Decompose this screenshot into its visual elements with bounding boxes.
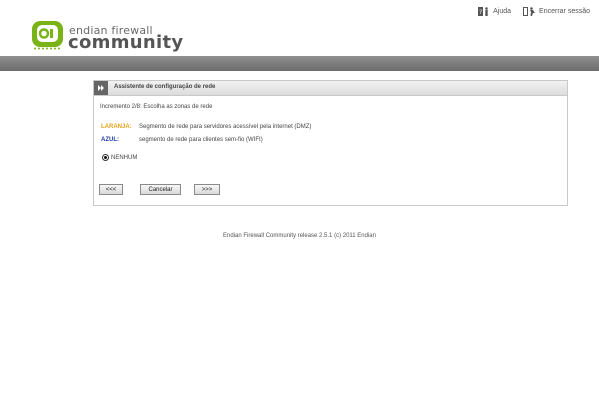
collapse-toggle[interactable] <box>94 81 108 95</box>
next-button[interactable]: >>> <box>194 184 220 195</box>
navigation-bar <box>0 56 599 71</box>
logout-link[interactable]: Encerrar sessão <box>523 7 590 16</box>
radio-option-none[interactable]: NENHUM <box>102 154 137 161</box>
network-wizard-panel: Assistente de configuração de rede Incre… <box>93 80 568 206</box>
zone-blue-description: segmento de rede para clientes sem-fio (… <box>139 137 263 143</box>
help-label: Ajuda <box>493 8 512 15</box>
radio-label-none: NENHUM <box>111 154 138 161</box>
endian-logo[interactable]: endian firewall community <box>31 20 183 54</box>
zone-blue-label: AZUL: <box>101 137 119 143</box>
logout-icon <box>523 7 536 16</box>
endian-logo-icon <box>32 21 63 50</box>
svg-text:?: ? <box>479 9 482 16</box>
panel-header: Assistente de configuração de rede <box>94 81 567 96</box>
cancel-button[interactable]: Cancelar <box>140 184 181 195</box>
footer-copyright: Endian Firewall Community release 2.5.1 … <box>223 233 376 239</box>
zone-orange-description: Segmento de rede para servidores acessív… <box>139 124 312 130</box>
double-chevron-right-icon <box>98 85 104 91</box>
logout-label: Encerrar sessão <box>539 8 590 15</box>
zone-blue-row: AZUL: segmento de rede para clientes sem… <box>101 137 263 143</box>
top-links: ? Ajuda Encerrar sessão <box>478 7 590 16</box>
help-icon: ? <box>478 7 488 16</box>
radio-button-none[interactable] <box>102 154 109 161</box>
help-link[interactable]: ? Ajuda <box>478 7 511 16</box>
logo-text-big: community <box>68 32 184 53</box>
back-button[interactable]: <<< <box>99 184 123 195</box>
step-indicator: Incremento 2/8: Escolha as zonas de rede <box>100 104 213 110</box>
zone-orange-label: LARANJA: <box>101 124 132 130</box>
panel-title: Assistente de configuração de rede <box>114 84 216 90</box>
page-header: endian firewall community ? Ajuda Encerr… <box>0 0 599 56</box>
zone-orange-row: LARANJA: Segmento de rede para servidore… <box>101 124 311 130</box>
